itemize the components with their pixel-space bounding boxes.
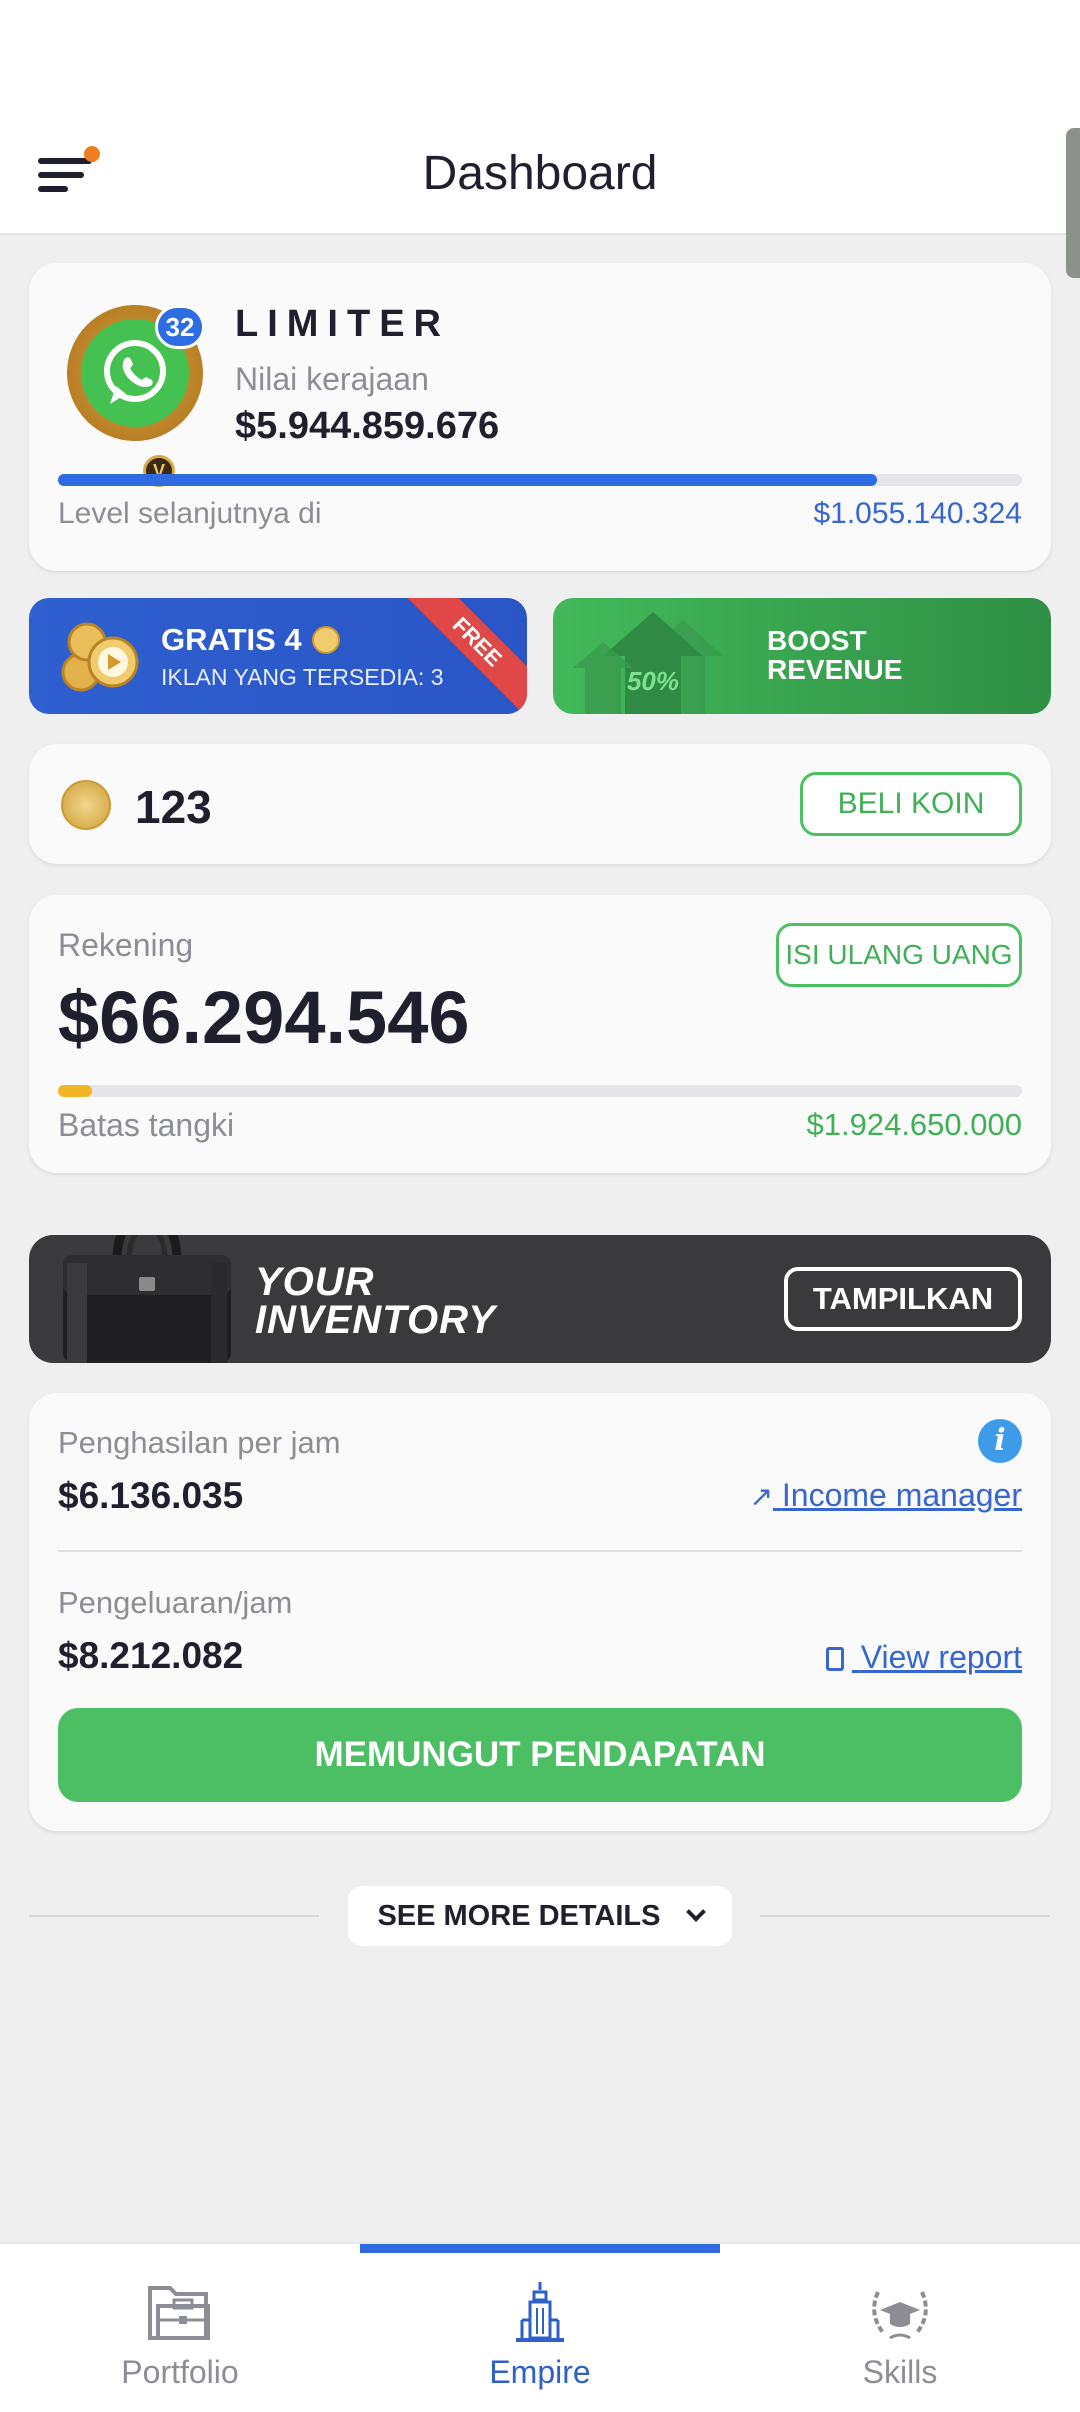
free-ribbon: FREE: [400, 598, 527, 714]
briefcase-folder-icon: [144, 2280, 216, 2344]
app-header: Dashboard: [0, 110, 1080, 235]
profile-card: V 32 LIMITER Nilai kerajaan $5.944.859.6…: [29, 263, 1051, 571]
calculator-icon: [825, 1647, 844, 1671]
income-per-hour-value: $6.136.035: [58, 1475, 244, 1516]
tank-fill: [58, 1085, 92, 1097]
account-label: Rekening: [58, 927, 194, 963]
tank-bar: [58, 1085, 1022, 1097]
buy-coins-button[interactable]: BELI KOIN: [800, 772, 1022, 836]
ads-available: IKLAN YANG TERSEDIA: 3: [161, 664, 444, 690]
level-progress-fill: [58, 474, 878, 486]
divider: [58, 1550, 1022, 1552]
page-title: Dashboard: [422, 147, 658, 200]
tank-label: Batas tangki: [58, 1107, 235, 1143]
income-manager-label: Income manager: [781, 1477, 1022, 1513]
free-ads-title: GRATIS 4: [161, 622, 302, 657]
next-level-value: $1.055.140.324: [813, 497, 1022, 530]
coins-video-icon: [59, 620, 141, 694]
collect-income-button[interactable]: MEMUNGUT PENDAPATAN: [58, 1708, 1022, 1802]
inventory-banner[interactable]: YOUR INVENTORY TAMPILKAN: [29, 1235, 1051, 1363]
income-manager-link[interactable]: ↗ Income manager: [750, 1477, 1022, 1514]
expense-value: $8.212.082: [58, 1635, 244, 1676]
next-level-label: Level selanjutnya di: [58, 497, 322, 530]
view-report-link[interactable]: View report: [825, 1639, 1022, 1676]
tab-skills-label: Skills: [862, 2354, 938, 2390]
boost-line-1: BOOST: [767, 625, 867, 656]
level-progress-bar: [58, 474, 1022, 486]
see-more-details-button[interactable]: SEE MORE DETAILS: [348, 1886, 732, 1946]
bottom-tab-bar: Portfolio Empire Skills: [0, 2242, 1080, 2412]
boost-line-2: REVENUE: [767, 654, 903, 685]
tab-portfolio[interactable]: Portfolio: [0, 2244, 360, 2412]
boost-percent: 50%: [627, 666, 679, 696]
divider-left: [29, 1915, 319, 1917]
tab-portfolio-label: Portfolio: [121, 2354, 239, 2390]
boost-revenue-banner[interactable]: 50% BOOST REVENUE: [553, 598, 1051, 714]
coin-balance: 123: [135, 781, 212, 833]
inventory-line-1: YOUR: [255, 1260, 375, 1304]
free-coins-banner[interactable]: GRATIS 4 IKLAN YANG TERSEDIA: 3 FREE: [29, 598, 527, 714]
see-more-label: SEE MORE DETAILS: [377, 1900, 661, 1932]
tab-empire-label: Empire: [489, 2354, 591, 2390]
up-arrows-icon: 50%: [573, 612, 743, 714]
active-tab-indicator: [360, 2244, 720, 2253]
briefcase-icon: [47, 1235, 247, 1363]
building-icon: [504, 2280, 576, 2344]
coin-balance-card: 123 BELI KOIN: [29, 744, 1051, 864]
income-per-hour-label: Penghasilan per jam: [58, 1425, 341, 1460]
chevron-down-icon: [685, 1902, 706, 1922]
tab-empire[interactable]: Empire: [360, 2244, 720, 2412]
income-card: Penghasilan per jam $6.136.035 i ↗ Incom…: [29, 1393, 1051, 1831]
account-balance: $66.294.546: [58, 976, 470, 1059]
expense-label: Pengeluaran/jam: [58, 1585, 293, 1620]
inventory-line-2: INVENTORY: [255, 1298, 496, 1342]
trend-chart-icon: ↗: [749, 1481, 773, 1512]
coin-icon: [61, 780, 111, 830]
player-name: LIMITER: [235, 303, 450, 345]
show-inventory-button[interactable]: TAMPILKAN: [784, 1267, 1022, 1331]
scrollbar[interactable]: [1066, 128, 1080, 278]
tank-value: $1.924.650.000: [806, 1107, 1023, 1142]
kingdom-value: $5.944.859.676: [235, 405, 500, 447]
kingdom-value-label: Nilai kerajaan: [235, 361, 429, 397]
view-report-label: View report: [860, 1639, 1022, 1675]
level-badge: 32: [155, 305, 205, 349]
tab-skills[interactable]: Skills: [720, 2244, 1080, 2412]
coin-icon: [312, 626, 341, 654]
status-bar: [0, 0, 1080, 110]
divider-right: [760, 1915, 1050, 1917]
topup-button[interactable]: ISI ULANG UANG: [776, 923, 1022, 987]
laurel-graduation-icon: [864, 2280, 936, 2344]
info-icon[interactable]: i: [978, 1419, 1022, 1463]
account-card: Rekening $66.294.546 ISI ULANG UANG Bata…: [29, 895, 1051, 1173]
